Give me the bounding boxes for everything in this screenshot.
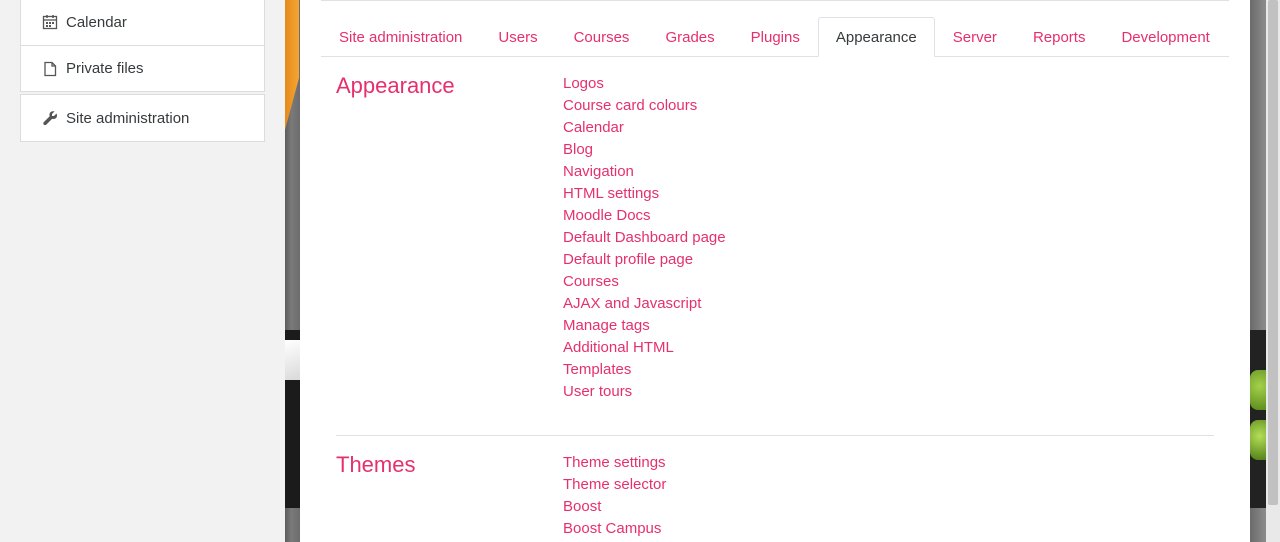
nav-item-private-files[interactable]: Private files — [21, 45, 264, 91]
nav-item-label: Calendar — [66, 13, 127, 31]
wrench-icon — [41, 109, 59, 127]
link-theme-settings[interactable]: Theme settings — [563, 452, 666, 474]
scrollbar-thumb[interactable] — [1268, 0, 1278, 505]
section-divider — [336, 435, 1214, 436]
link-navigation[interactable]: Navigation — [563, 161, 726, 183]
link-moodle-docs[interactable]: Moodle Docs — [563, 205, 726, 227]
calendar-icon — [41, 13, 59, 31]
section-title-appearance[interactable]: Appearance — [336, 73, 455, 99]
link-manage-tags[interactable]: Manage tags — [563, 315, 726, 337]
tab-plugins[interactable]: Plugins — [733, 17, 818, 57]
link-calendar[interactable]: Calendar — [563, 117, 726, 139]
background-image-right — [1250, 0, 1280, 542]
background-image-left — [285, 0, 301, 542]
link-default-dashboard-page[interactable]: Default Dashboard page — [563, 227, 726, 249]
link-default-profile-page[interactable]: Default profile page — [563, 249, 726, 271]
link-blog[interactable]: Blog — [563, 139, 726, 161]
nav-item-label: Private files — [66, 60, 144, 77]
nav-item-label: Site administration — [66, 109, 190, 127]
tab-users[interactable]: Users — [480, 17, 555, 57]
nav-drawer-block: Calendar Private files — [20, 0, 265, 92]
tab-site-administration[interactable]: Site administration — [321, 17, 480, 57]
link-courses[interactable]: Courses — [563, 271, 726, 293]
nav-item-calendar[interactable]: Calendar — [21, 0, 264, 45]
link-logos[interactable]: Logos — [563, 73, 726, 95]
section-title-themes[interactable]: Themes — [336, 452, 415, 478]
tab-development[interactable]: Development — [1103, 17, 1227, 57]
link-additional-html[interactable]: Additional HTML — [563, 337, 726, 359]
admin-content-card: Site administration Users Courses Grades… — [300, 0, 1250, 542]
file-icon — [41, 60, 59, 78]
tab-server[interactable]: Server — [935, 17, 1015, 57]
appearance-links: Logos Course card colours Calendar Blog … — [563, 73, 726, 403]
nav-item-site-administration[interactable]: Site administration — [21, 95, 264, 141]
link-ajax-and-javascript[interactable]: AJAX and Javascript — [563, 293, 726, 315]
link-user-tours[interactable]: User tours — [563, 381, 726, 403]
admin-tabs: Site administration Users Courses Grades… — [321, 17, 1229, 57]
divider — [321, 0, 1229, 1]
nav-drawer-block: Site administration — [20, 94, 265, 142]
tab-grades[interactable]: Grades — [647, 17, 732, 57]
link-boost-campus[interactable]: Boost Campus — [563, 518, 666, 540]
link-boost[interactable]: Boost — [563, 496, 666, 518]
link-html-settings[interactable]: HTML settings — [563, 183, 726, 205]
tab-reports[interactable]: Reports — [1015, 17, 1104, 57]
themes-links: Theme settings Theme selector Boost Boos… — [563, 452, 666, 540]
tab-courses[interactable]: Courses — [556, 17, 648, 57]
link-templates[interactable]: Templates — [563, 359, 726, 381]
link-course-card-colours[interactable]: Course card colours — [563, 95, 726, 117]
link-theme-selector[interactable]: Theme selector — [563, 474, 666, 496]
tab-appearance[interactable]: Appearance — [817, 17, 935, 57]
